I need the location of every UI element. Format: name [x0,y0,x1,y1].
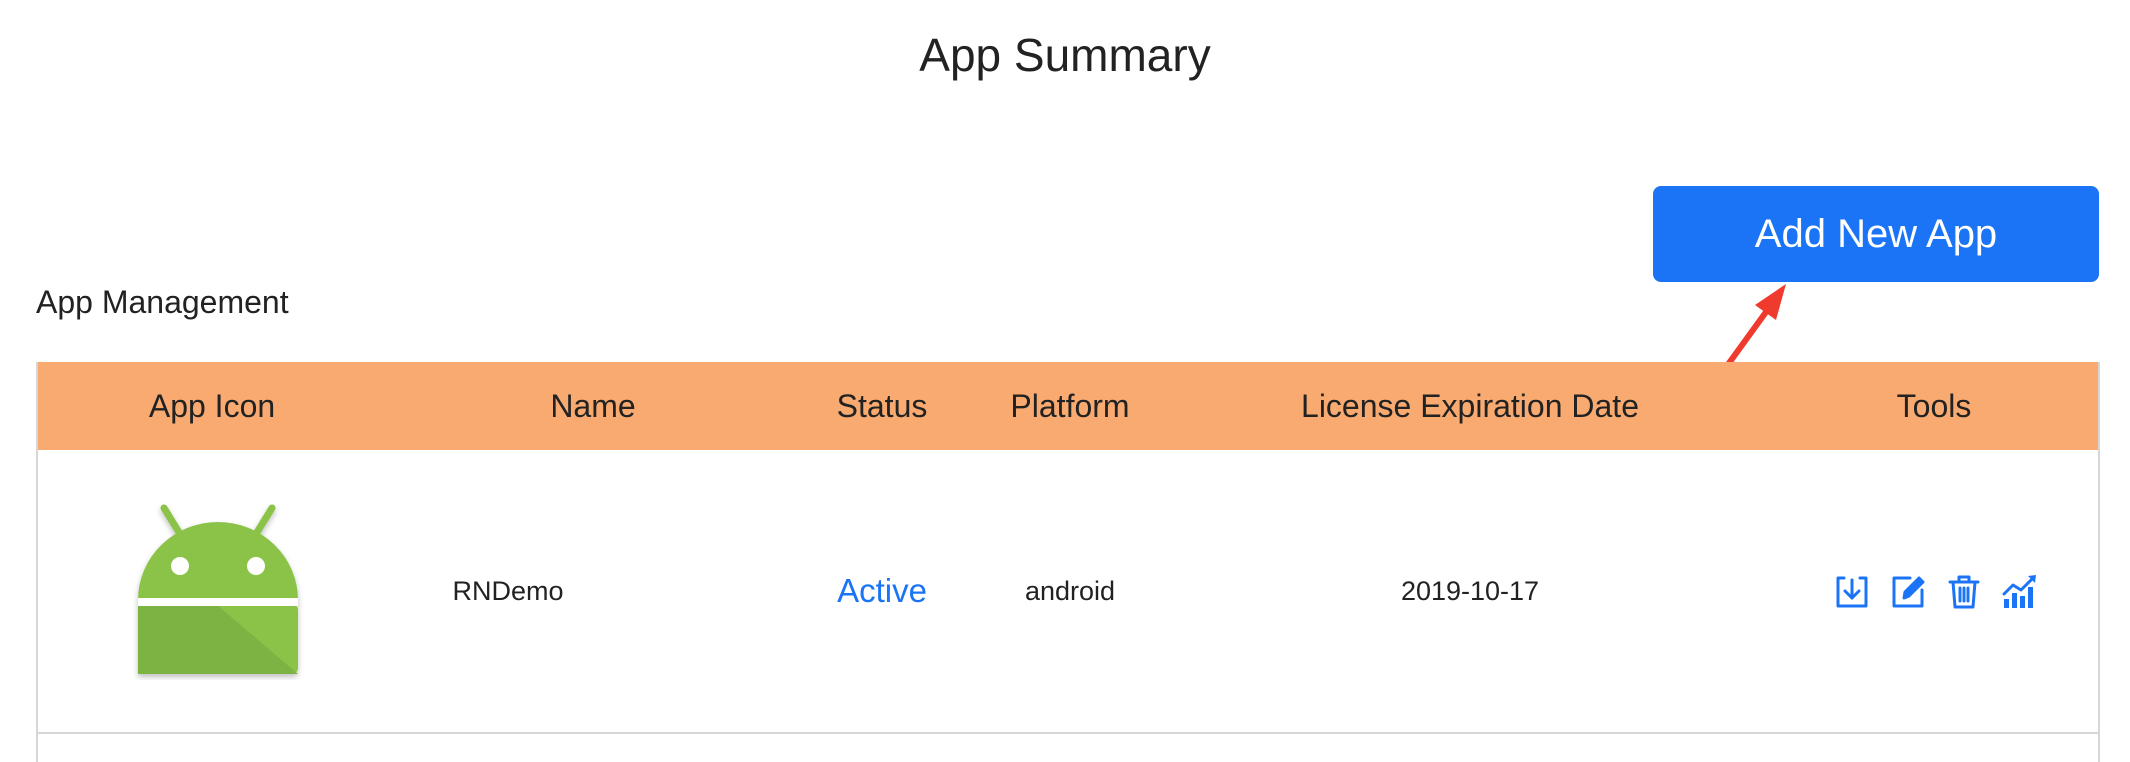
page-title: App Summary [919,29,1211,81]
add-new-app-button[interactable]: Add New App [1653,186,2099,282]
expiration-date: 2019-10-17 [1400,576,1540,606]
table-header: App Icon Name Status Platform License Ex… [38,362,2098,450]
header-app-icon: App Icon [148,388,276,424]
header-name: Name [550,388,636,424]
edit-icon[interactable] [1888,572,1928,612]
header-tools: Tools [1896,388,1972,424]
tools-group [1832,572,2040,612]
app-name: RNDemo [452,576,564,606]
header-platform: Platform [1010,388,1130,424]
platform-value: android [1024,576,1116,606]
section-title: App Management [36,284,289,320]
header-license-expiration: License Expiration Date [1301,388,1639,424]
table-row: RNDemo Active android 2019-10-17 [38,450,2098,734]
download-icon[interactable] [1832,572,1872,612]
header-status: Status [836,388,928,424]
delete-icon[interactable] [1944,572,1984,612]
stats-icon[interactable] [2000,572,2040,612]
android-icon [138,504,298,674]
app-table: App Icon Name Status Platform License Ex… [36,362,2100,762]
status-badge: Active [837,572,927,609]
